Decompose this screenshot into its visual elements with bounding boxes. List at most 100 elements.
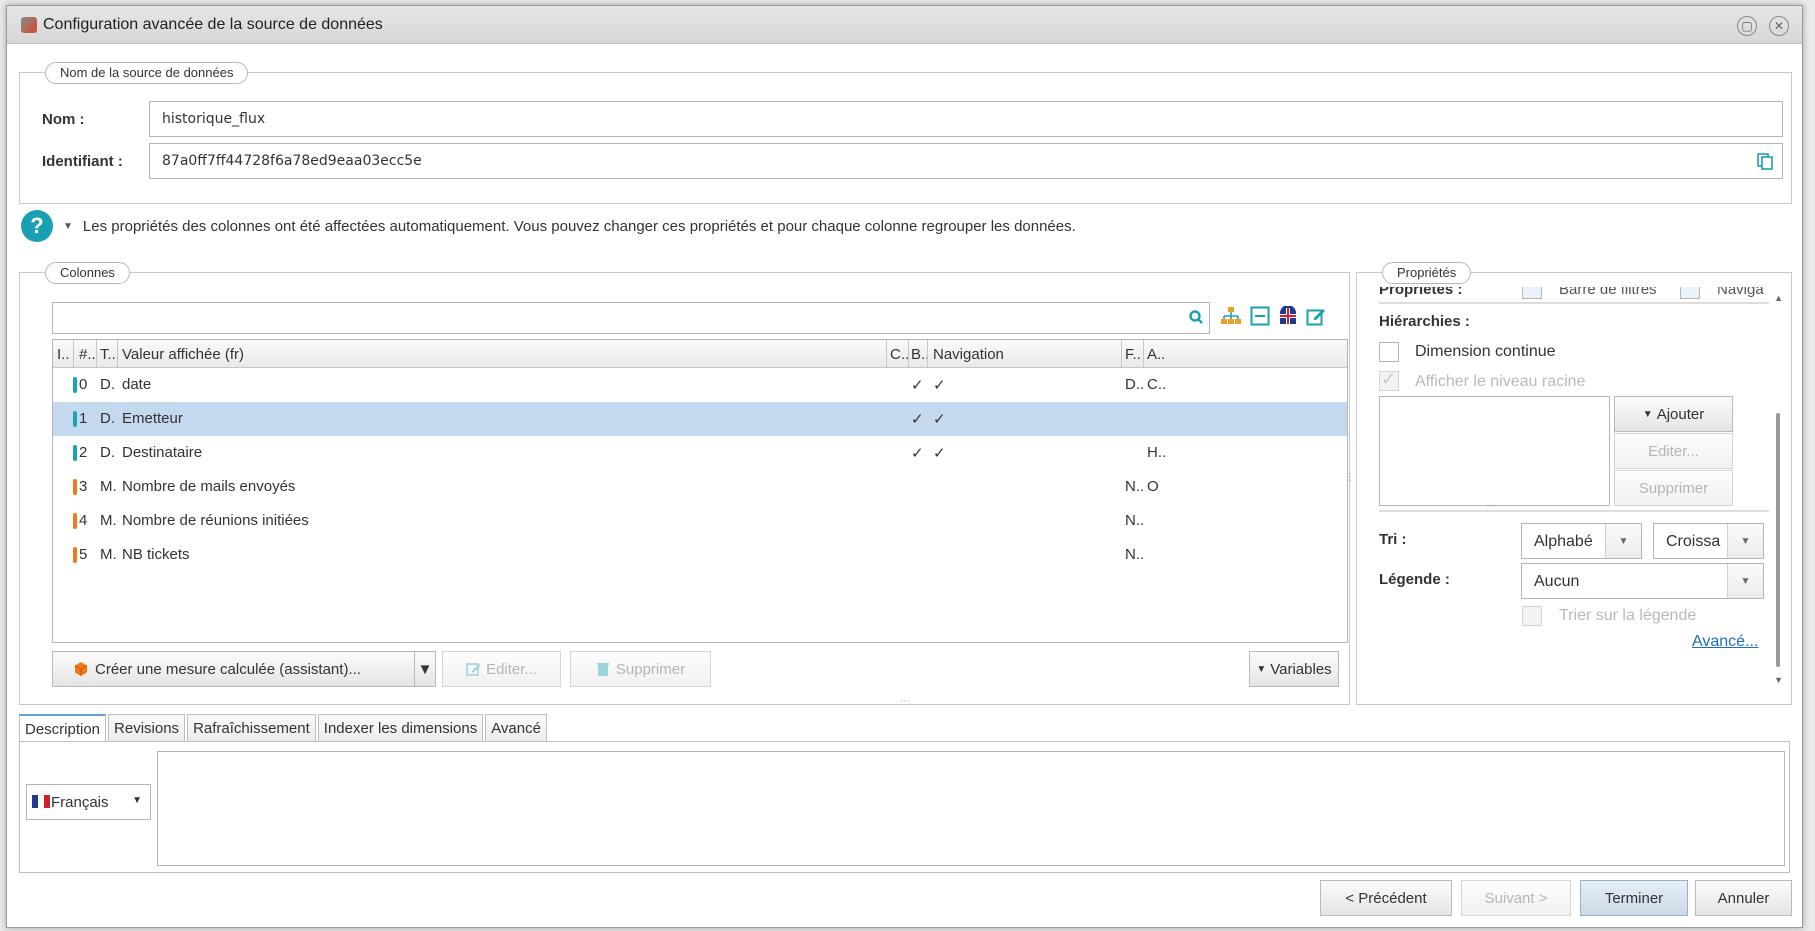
expand-arrow-icon[interactable]: ▼ xyxy=(63,221,73,232)
row-b-check[interactable]: ✓ xyxy=(911,410,924,428)
close-icon[interactable]: ✕ xyxy=(1769,16,1789,36)
info-row: ? ▼ Les propriétés des colonnes ont été … xyxy=(21,210,1076,242)
row-a: H.. xyxy=(1147,444,1167,461)
chevron-down-icon[interactable]: ▼ xyxy=(132,795,142,806)
info-text: Les propriétés des colonnes ont été affe… xyxy=(82,217,1076,235)
delete-hierarchy-button[interactable]: Supprimer xyxy=(1614,470,1733,506)
properties-legend: Propriétés xyxy=(1382,262,1472,284)
col-header-index[interactable]: I.. xyxy=(57,346,70,363)
col-header-value[interactable]: Valeur affichée (fr) xyxy=(122,346,244,363)
dialog-title: Configuration avancée de la source de do… xyxy=(43,15,383,33)
delete-column-button[interactable]: Supprimer xyxy=(570,651,711,687)
description-panel: Français ▼ xyxy=(19,741,1790,873)
copy-icon[interactable] xyxy=(1756,152,1774,170)
chevron-down-icon[interactable]: ▼ xyxy=(1605,524,1641,558)
col-header-f[interactable]: F.. xyxy=(1125,346,1141,363)
name-input[interactable]: historique_flux xyxy=(149,101,1783,137)
continuous-dimension-checkbox[interactable] xyxy=(1379,342,1399,362)
col-header-type[interactable]: T.. xyxy=(100,346,116,363)
col-header-a[interactable]: A.. xyxy=(1147,346,1165,363)
identifier-value: 87a0ff7ff44728f6a78ed9eaa03ecc5e xyxy=(162,153,422,169)
table-row[interactable]: 0 D. date ✓ ✓ D.. C.. xyxy=(53,368,1347,402)
hierarchies-list[interactable] xyxy=(1379,396,1610,506)
finish-button[interactable]: Terminer xyxy=(1580,880,1688,916)
columns-fieldset: Colonnes I.. #.. T.. Valeur affichée (fr… xyxy=(19,262,1350,705)
row-nav-check[interactable]: ✓ xyxy=(933,444,946,462)
sort-type-select[interactable]: Alphabé ▼ xyxy=(1521,523,1642,559)
edit-column-label: Editer... xyxy=(486,660,537,678)
sort-order-select[interactable]: Croissa ▼ xyxy=(1653,523,1764,559)
edit-columns-icon[interactable] xyxy=(1305,305,1327,327)
row-type: D. xyxy=(100,444,115,461)
hierarchy-icon[interactable] xyxy=(1220,305,1242,327)
identifier-input[interactable]: 87a0ff7ff44728f6a78ed9eaa03ecc5e xyxy=(149,143,1783,179)
row-number: 5 xyxy=(79,546,88,563)
row-type: D. xyxy=(100,410,115,427)
col-header-number[interactable]: #.. xyxy=(79,346,96,363)
edit-column-button[interactable]: Editer... xyxy=(442,651,561,687)
language-select[interactable]: Français ▼ xyxy=(26,784,151,820)
row-type: M. xyxy=(100,512,117,529)
sort-on-legend-label: Trier sur la légende xyxy=(1559,607,1697,624)
scroll-down-icon[interactable]: ▼ xyxy=(1774,675,1783,685)
sort-on-legend-checkbox[interactable] xyxy=(1522,606,1542,626)
navigation-checkbox[interactable] xyxy=(1680,287,1700,299)
trash-icon xyxy=(596,663,609,676)
create-calculated-measure-button[interactable]: Créer une mesure calculée (assistant)... xyxy=(52,651,415,687)
tab-advanced[interactable]: Avancé xyxy=(485,714,547,741)
row-nav-check[interactable]: ✓ xyxy=(933,376,946,394)
row-value: Nombre de réunions initiées xyxy=(122,512,309,529)
previous-button[interactable]: < Précédent xyxy=(1320,880,1452,916)
table-row[interactable]: 4 M. Nombre de réunions initiées N.. xyxy=(53,504,1347,538)
table-row[interactable]: 2 D. Destinataire ✓ ✓ H.. xyxy=(53,436,1347,470)
row-value: Destinataire xyxy=(122,444,203,461)
measure-indicator xyxy=(73,547,77,563)
advanced-link[interactable]: Avancé... xyxy=(1692,633,1758,651)
add-hierarchy-button[interactable]: ▼ Ajouter xyxy=(1614,396,1733,432)
row-b-check[interactable]: ✓ xyxy=(911,444,924,462)
tab-description[interactable]: Description xyxy=(19,714,107,742)
col-header-navigation[interactable]: Navigation xyxy=(933,346,1004,363)
row-number: 4 xyxy=(79,512,88,529)
chevron-down-icon[interactable]: ▼ xyxy=(1727,524,1763,558)
row-nav-check[interactable]: ✓ xyxy=(933,410,946,428)
next-button[interactable]: Suivant > xyxy=(1461,880,1571,916)
horizontal-splitter-handle[interactable]: ⋯ xyxy=(900,696,910,707)
table-row[interactable]: 1 D. Emetteur ✓ ✓ xyxy=(53,402,1347,436)
filter-bar-checkbox[interactable] xyxy=(1522,287,1542,299)
tab-index-dimensions[interactable]: Indexer les dimensions xyxy=(317,714,484,741)
variables-button[interactable]: ▼ Variables xyxy=(1249,651,1339,687)
description-textarea[interactable] xyxy=(157,751,1785,866)
identifier-label: Identifiant : xyxy=(42,153,123,170)
row-b-check[interactable]: ✓ xyxy=(911,376,924,394)
edit-hierarchy-button[interactable]: Editer... xyxy=(1614,433,1733,469)
uk-flag-icon[interactable] xyxy=(1277,305,1299,327)
table-row[interactable]: 3 M. Nombre de mails envoyés N.. O xyxy=(53,470,1347,504)
table-row[interactable]: 5 M. NB tickets N.. xyxy=(53,538,1347,572)
variables-label: Variables xyxy=(1270,660,1332,678)
collapse-icon[interactable] xyxy=(1249,305,1271,327)
splitter-handle[interactable]: ⋮ xyxy=(1345,473,1355,490)
properties-scrollbar[interactable] xyxy=(1776,413,1780,667)
tab-revisions[interactable]: Revisions xyxy=(108,714,186,741)
language-value: Français xyxy=(51,794,109,811)
help-icon[interactable]: ? xyxy=(21,210,53,242)
search-icon[interactable] xyxy=(1189,310,1203,324)
row-f: N.. xyxy=(1125,512,1145,529)
grid-header: I.. #.. T.. Valeur affichée (fr) C.. B..… xyxy=(53,340,1347,368)
maximize-icon[interactable]: ▢ xyxy=(1737,16,1757,36)
navigation-label: Naviga xyxy=(1717,287,1764,298)
scroll-up-icon[interactable]: ▲ xyxy=(1774,293,1783,303)
legend-select[interactable]: Aucun ▼ xyxy=(1521,563,1764,599)
tab-refresh[interactable]: Rafraîchissement xyxy=(187,714,316,741)
cancel-button[interactable]: Annuler xyxy=(1695,880,1792,916)
bottom-tabs: Description Revisions Rafraîchissement I… xyxy=(19,714,549,742)
row-number: 3 xyxy=(79,478,88,495)
chevron-down-icon[interactable]: ▼ xyxy=(1727,564,1763,598)
create-dropdown-button[interactable]: ▼ xyxy=(414,651,436,687)
row-value: date xyxy=(122,376,152,393)
column-search-input[interactable] xyxy=(52,302,1210,334)
show-root-level-checkbox[interactable]: ✓ xyxy=(1379,369,1399,391)
col-header-c[interactable]: C.. xyxy=(890,346,909,363)
dimension-indicator xyxy=(73,411,77,427)
